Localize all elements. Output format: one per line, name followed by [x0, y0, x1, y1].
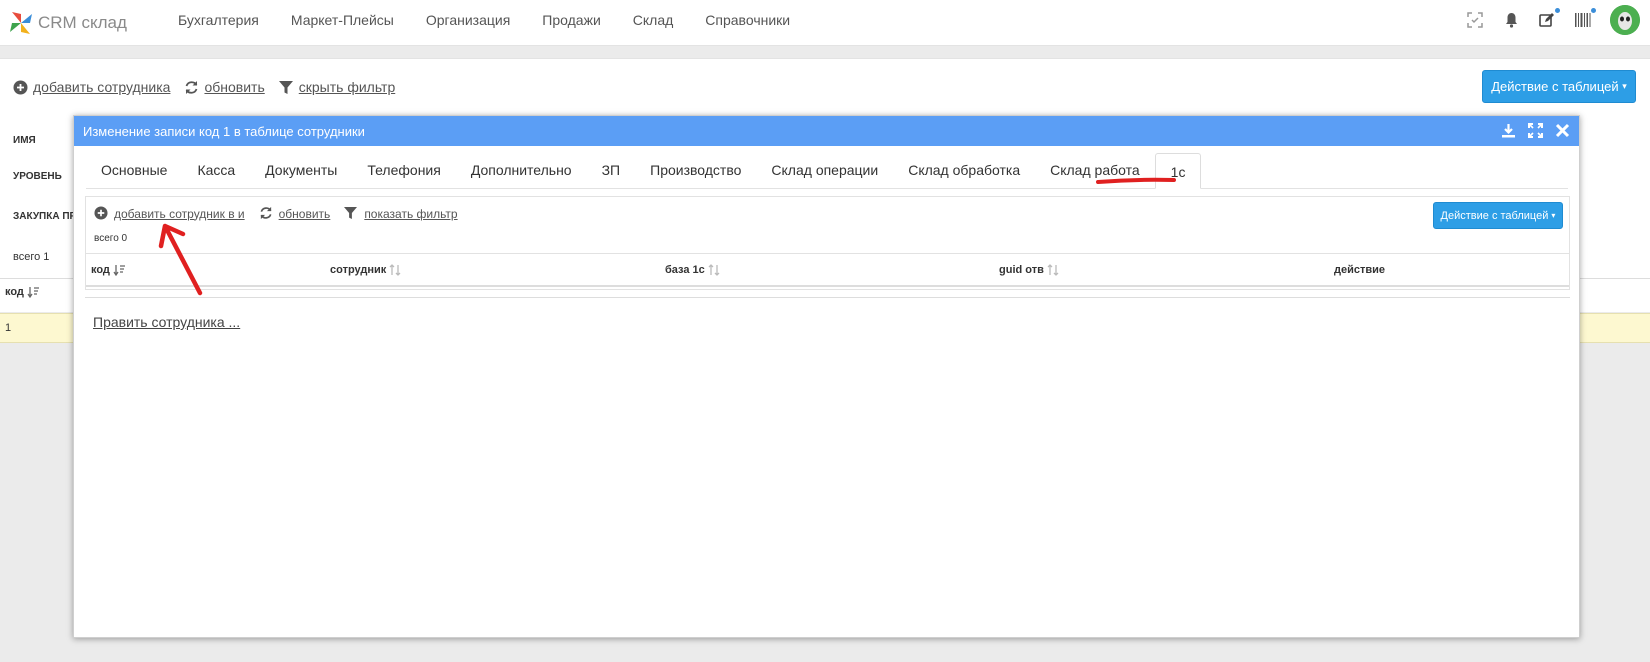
caret-down-icon: ▾ — [1622, 81, 1627, 91]
modal-tabs: Основные Касса Документы Телефония Допол… — [86, 153, 1568, 189]
brand-title: CRM склад — [38, 13, 127, 32]
1c-toolbar: добавить сотрудник в и обновить показать… — [94, 206, 458, 221]
tab-additional[interactable]: Дополнительно — [456, 152, 587, 188]
column-header-guid[interactable]: guid отв — [999, 264, 1059, 276]
barcode-icon[interactable] — [1574, 8, 1596, 29]
fullscreen-icon[interactable] — [1527, 122, 1544, 139]
download-icon[interactable] — [1500, 122, 1517, 139]
sort-icon — [1047, 264, 1059, 276]
modal-separator — [85, 297, 1570, 298]
refresh-icon — [184, 80, 199, 95]
1c-table-header: код сотрудник база 1с guid отв действие — [86, 253, 1569, 287]
tab-documents[interactable]: Документы — [250, 152, 352, 188]
edit-record-modal: Изменение записи код 1 в таблице сотрудн… — [73, 115, 1580, 638]
filter-label-level: УРОВЕНЬ — [13, 171, 62, 182]
avatar[interactable] — [1610, 5, 1640, 35]
plus-circle-icon — [13, 80, 28, 95]
add-employee-button[interactable]: добавить сотрудника — [13, 79, 170, 95]
plus-circle-icon — [94, 206, 109, 221]
top-navbar: CRM склад Бухгалтерия Маркет-Плейсы Орга… — [0, 0, 1650, 46]
filter-icon — [278, 80, 294, 95]
employees-toolbar: добавить сотрудника обновить скрыть филь… — [13, 79, 395, 95]
main-menu: Бухгалтерия Маркет-Плейсы Организация Пр… — [162, 0, 806, 46]
show-filter-button[interactable]: показать фильтр — [344, 206, 458, 221]
tab-warehouse-processing[interactable]: Склад обработка — [893, 152, 1035, 188]
sort-desc-icon — [27, 286, 39, 298]
refresh-1c-label: обновить — [278, 206, 331, 221]
column-header-code[interactable]: код — [5, 286, 39, 298]
edit-employee-link[interactable]: Править сотрудника ... — [93, 314, 240, 330]
modal-header[interactable]: Изменение записи код 1 в таблице сотрудн… — [74, 116, 1579, 146]
menu-item-accounting[interactable]: Бухгалтерия — [162, 0, 275, 46]
column-header-base-1c[interactable]: база 1с — [665, 264, 720, 276]
modal-title: Изменение записи код 1 в таблице сотрудн… — [83, 123, 365, 139]
table-action-button[interactable]: Действие с таблицей ▾ — [1482, 70, 1636, 103]
nav-icons — [1466, 0, 1640, 40]
bell-icon[interactable] — [1502, 11, 1520, 29]
menu-item-warehouse[interactable]: Склад — [617, 0, 690, 46]
filter-label-purchase: ЗАКУПКА ПР — [13, 211, 77, 222]
hide-filter-label: скрыть фильтр — [298, 79, 396, 95]
caret-down-icon: ▾ — [1551, 211, 1556, 220]
refresh-1c-button[interactable]: обновить — [259, 206, 331, 221]
scan-icon[interactable] — [1466, 11, 1484, 29]
total-count: всего 1 — [13, 251, 50, 263]
tab-cash[interactable]: Касса — [182, 152, 250, 188]
1c-table-action-button[interactable]: Действие с таблицей ▾ — [1433, 202, 1563, 229]
row-code: 1 — [5, 322, 12, 334]
sort-desc-icon — [113, 264, 125, 276]
column-base-1c-label: база 1с — [665, 264, 705, 276]
column-code-label: код — [5, 286, 24, 298]
close-icon[interactable] — [1554, 122, 1571, 139]
refresh-label: обновить — [204, 79, 265, 95]
1c-table-panel: добавить сотрудник в и обновить показать… — [85, 196, 1570, 290]
tab-warehouse-operations[interactable]: Склад операции — [756, 152, 893, 188]
column-header-employee[interactable]: сотрудник — [330, 264, 401, 276]
column-code-label: код — [91, 264, 110, 276]
refresh-icon — [259, 206, 274, 221]
column-header-code[interactable]: код — [91, 264, 125, 276]
edit-icon[interactable] — [1538, 8, 1560, 29]
tab-production[interactable]: Производство — [635, 152, 756, 188]
show-filter-label: показать фильтр — [364, 206, 458, 221]
add-employee-label: добавить сотрудника — [33, 79, 171, 95]
tab-main[interactable]: Основные — [86, 152, 182, 188]
hide-filter-button[interactable]: скрыть фильтр — [278, 79, 396, 95]
annotation-arrow — [158, 223, 203, 296]
annotation-underline — [1096, 177, 1176, 184]
brand-logo-icon — [10, 12, 32, 34]
filter-label-name: ИМЯ — [13, 135, 36, 146]
modal-actions — [1500, 122, 1571, 139]
column-header-action: действие — [1334, 264, 1386, 276]
column-employee-label: сотрудник — [330, 264, 387, 276]
column-guid-label: guid отв — [999, 264, 1044, 276]
brand[interactable]: CRM склад — [8, 8, 127, 38]
tab-telephony[interactable]: Телефония — [352, 152, 455, 188]
sort-icon — [389, 264, 401, 276]
1c-total-count: всего 0 — [94, 233, 128, 244]
filter-icon — [344, 206, 359, 221]
1c-table-action-label: Действие с таблицей — [1440, 209, 1549, 222]
table-action-label: Действие с таблицей — [1491, 79, 1619, 94]
menu-item-organization[interactable]: Организация — [410, 0, 526, 46]
menu-item-marketplaces[interactable]: Маркет-Плейсы — [275, 0, 410, 46]
sort-icon — [708, 264, 720, 276]
menu-item-references[interactable]: Справочники — [689, 0, 806, 46]
menu-item-sales[interactable]: Продажи — [526, 0, 616, 46]
refresh-button[interactable]: обновить — [184, 79, 265, 95]
tab-salary[interactable]: ЗП — [587, 152, 636, 188]
